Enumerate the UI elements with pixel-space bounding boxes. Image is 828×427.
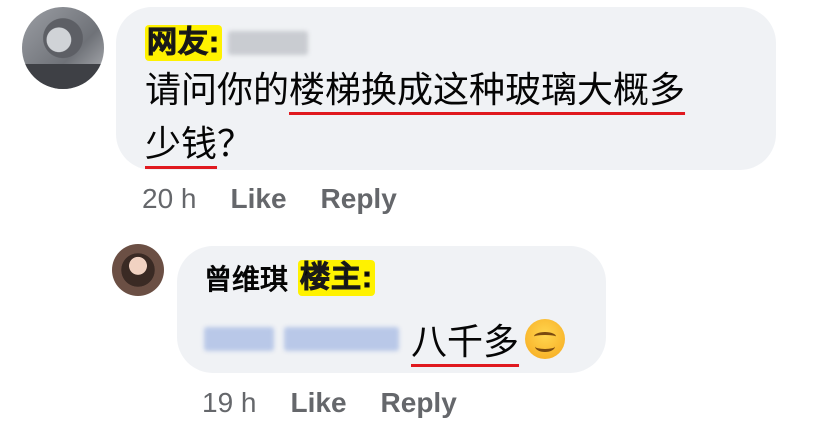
blurred-author-name[interactable] (228, 31, 308, 55)
comment-text-line2-rest: ？ (217, 123, 254, 164)
comment-text-line2-underlined: 少钱 (145, 123, 218, 164)
comment-text-underlined: 楼梯换成这种玻璃大概多 (289, 69, 686, 110)
reply-actions: 19 h Like Reply (202, 387, 457, 419)
smiling-face-emoji-icon (525, 319, 566, 359)
netizen-tag: 网友: (145, 25, 222, 61)
reply-text-row: 八千多 (204, 312, 566, 366)
comment-reply-button[interactable]: Reply (321, 183, 397, 215)
owner-tag: 楼主: (298, 260, 376, 296)
comment-actions: 20 h Like Reply (142, 183, 397, 215)
comment-text: 请问你的楼梯换成这种玻璃大概多 少钱？ (145, 63, 765, 171)
blurred-mention-1[interactable] (204, 327, 274, 351)
reply-author-row: 曾维琪 楼主: (204, 258, 376, 298)
reply-text: 八千多 (411, 321, 520, 362)
reply-reply-button[interactable]: Reply (381, 387, 457, 419)
reply-author-name[interactable]: 曾维琪 (204, 258, 288, 298)
owner-avatar[interactable] (112, 244, 164, 296)
comment-time[interactable]: 20 h (142, 183, 197, 215)
commenter-avatar[interactable] (22, 7, 104, 89)
comment-author-row: 网友: (145, 23, 308, 63)
blurred-mention-2[interactable] (284, 327, 399, 351)
reply-time[interactable]: 19 h (202, 387, 257, 419)
comment-like-button[interactable]: Like (231, 183, 287, 215)
reply-like-button[interactable]: Like (291, 387, 347, 419)
comment-text-plain: 请问你的 (145, 69, 290, 110)
